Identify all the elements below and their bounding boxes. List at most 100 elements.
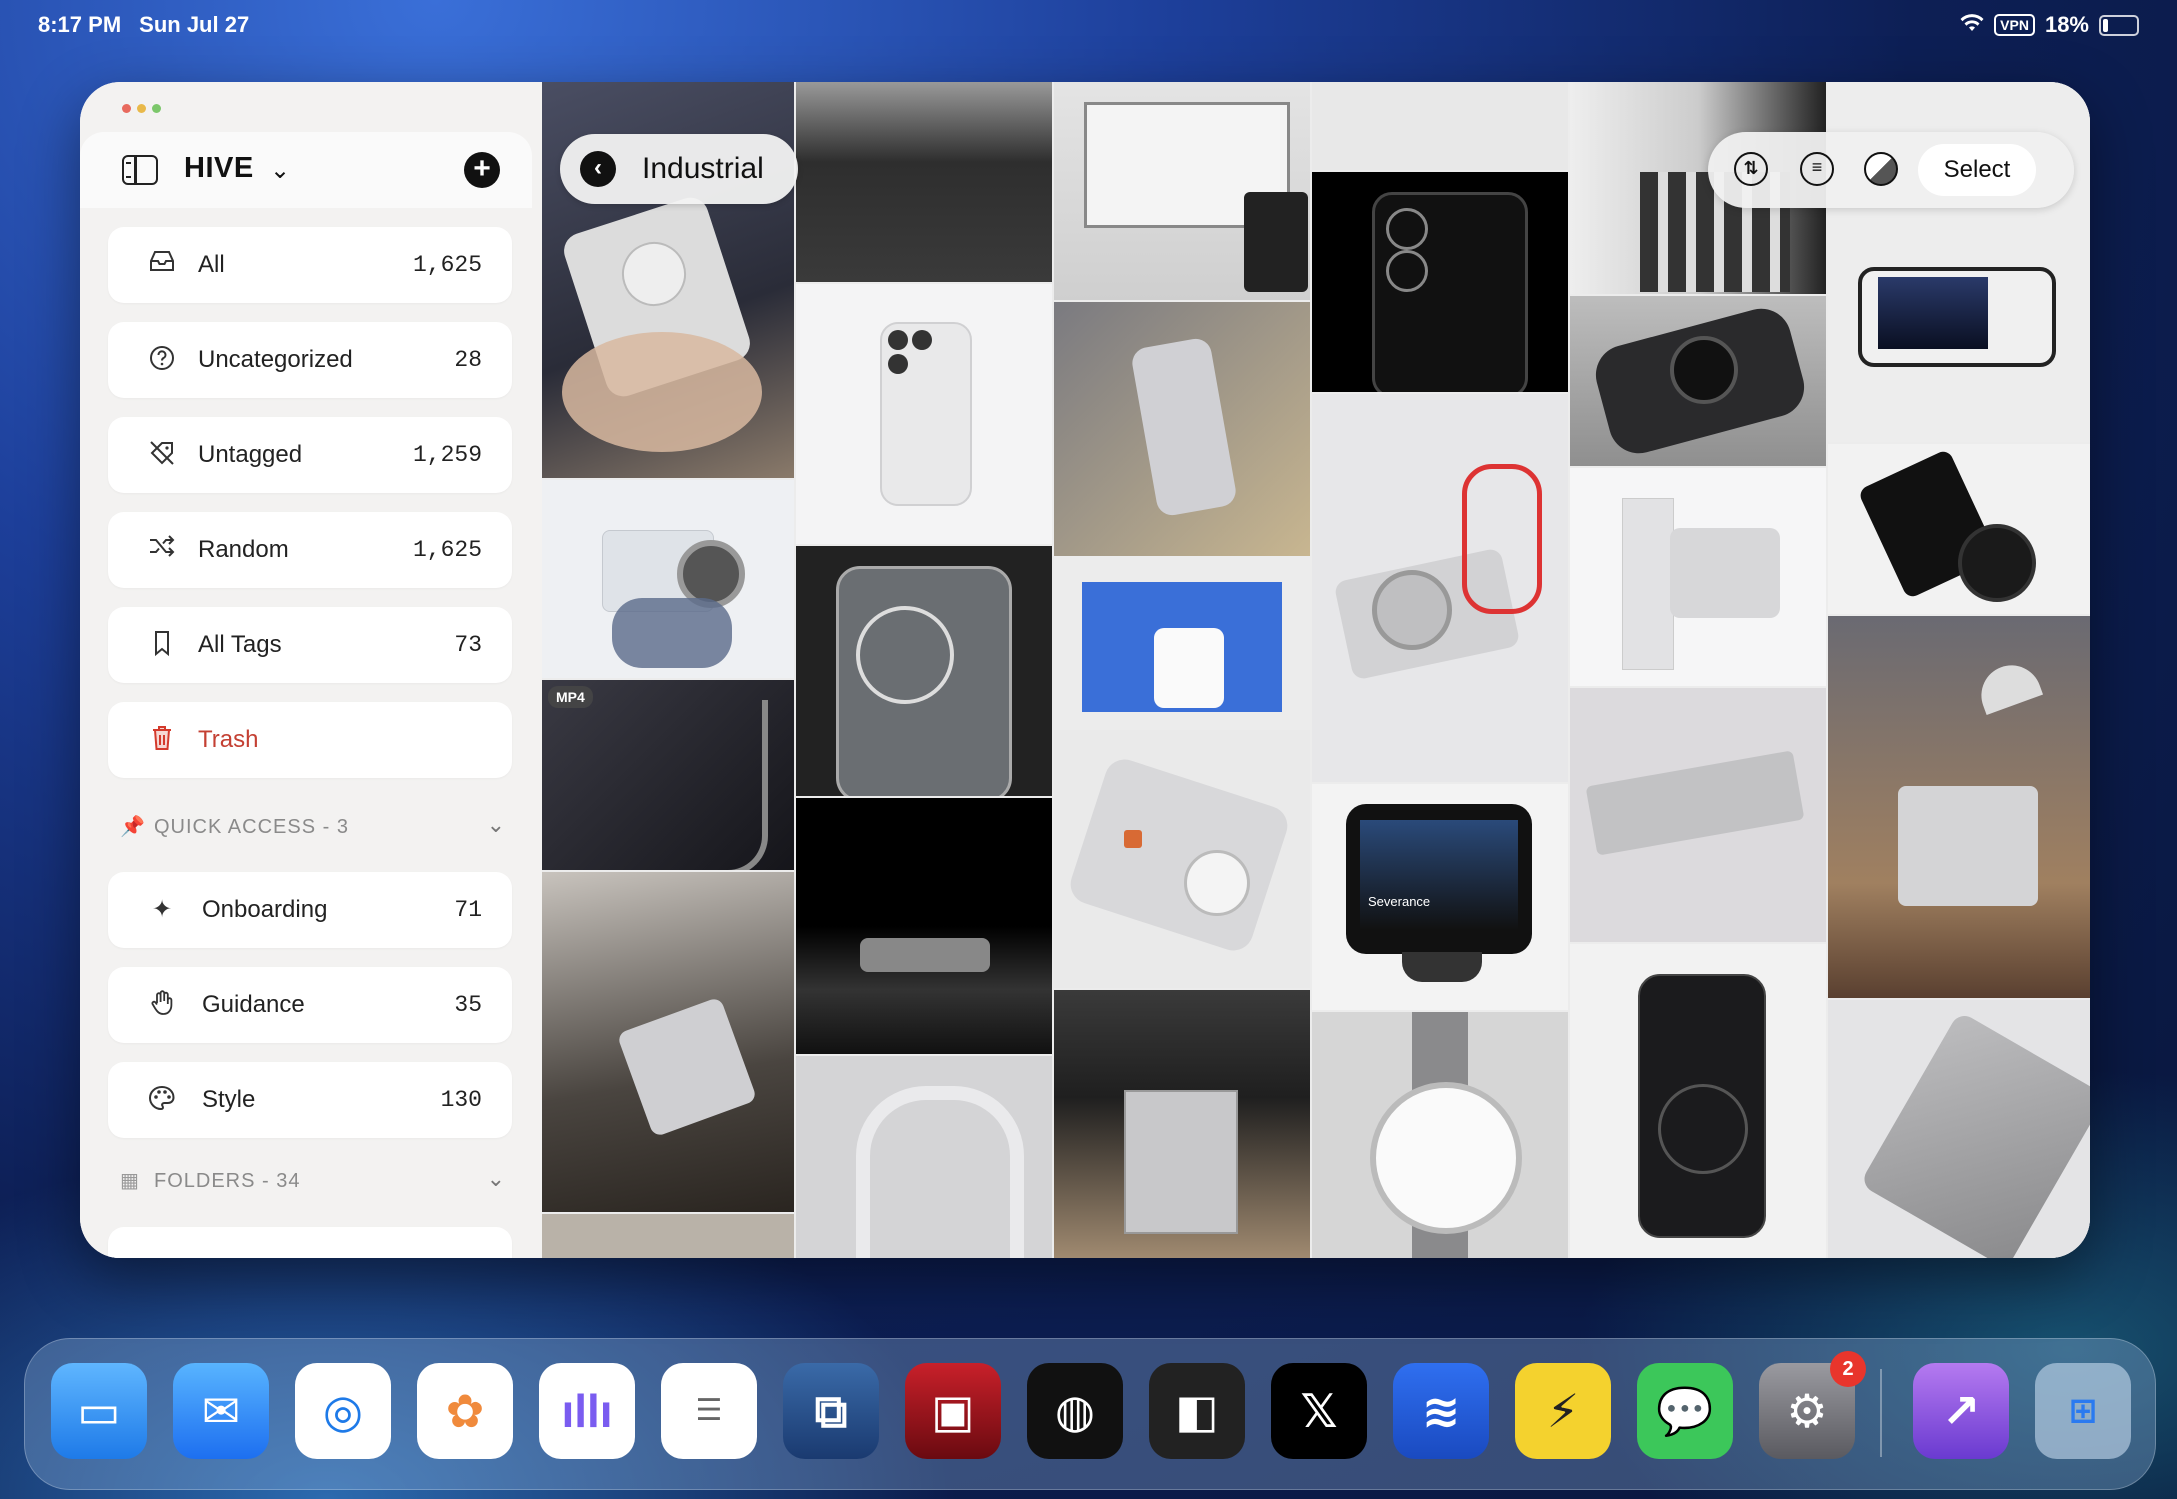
photos-app-icon[interactable]: ✿ [417,1363,513,1459]
gallery-image[interactable]: Severance [1312,784,1568,1010]
close-dot[interactable] [122,104,131,113]
folder-stack-icon: ▦ [120,1170,140,1192]
gallery-image[interactable] [1312,82,1568,170]
image-gallery: MP4 Severance [542,82,2090,1258]
wechat-app-icon[interactable]: 💬 [1637,1363,1733,1459]
gallery-image[interactable] [1570,688,1826,942]
gallery-image[interactable] [542,480,794,678]
gallery-image[interactable] [1570,296,1826,466]
files-app-icon[interactable]: ▭ [51,1363,147,1459]
sidebar-item-count: 35 [454,992,482,1018]
gallery-image[interactable] [1054,82,1310,300]
gallery-image[interactable] [796,1056,1052,1258]
sidebar-item-all[interactable]: All 1,625 [108,227,512,303]
sidebar-item-onboarding[interactable]: ✦ Onboarding 71 [108,872,512,948]
gallery-image[interactable] [1312,1012,1568,1258]
sidebar-item-count: 1,625 [412,537,482,563]
sidebar-item-count: 1,625 [412,252,482,278]
gallery-image[interactable] [1828,616,2090,998]
folder-item[interactable] [108,1227,512,1258]
sidebar-item-uncategorized[interactable]: Uncategorized 28 [108,322,512,398]
sidebar-item-label: Untagged [198,441,303,468]
display-mode-icon[interactable] [1864,152,1898,186]
sidebar-item-style[interactable]: Style 130 [108,1062,512,1138]
screens-app-icon[interactable]: ▣ [905,1363,1001,1459]
gallery-image[interactable] [796,798,1052,1054]
chevron-down-icon[interactable]: ⌄ [487,1166,506,1192]
gallery-image[interactable] [1570,944,1826,1258]
zoom-dot[interactable] [152,104,161,113]
x-app-icon[interactable]: 𝕏 [1271,1363,1367,1459]
sidebar-item-label: Style [202,1086,256,1113]
podcasts-app-icon[interactable]: ıllı [539,1363,635,1459]
gallery-image[interactable] [542,1214,794,1258]
gallery-image[interactable] [542,872,794,1212]
sidebar-header: HIVE ⌄ + [80,132,532,208]
status-time: 8:17 PM [38,12,122,37]
window-controls[interactable] [122,104,161,113]
sidebar-toggle-icon[interactable] [122,155,158,185]
sidebar-item-label: All Tags [198,631,282,658]
reminders-app-icon[interactable]: ☰ [661,1363,757,1459]
sidebar-item-label: Guidance [202,991,305,1018]
gallery-image[interactable] [1312,394,1568,782]
mail-app-icon[interactable]: ✉ [173,1363,269,1459]
add-button[interactable]: + [464,152,500,188]
folders-header[interactable]: ▦ FOLDERS - 34 ⌄ [120,1164,510,1198]
app-library-icon[interactable]: ⊞ [2035,1363,2131,1459]
quick-access-header[interactable]: 📌 QUICK ACCESS - 3 ⌄ [120,810,510,844]
gallery-image[interactable] [1312,172,1568,392]
gallery-image[interactable] [1570,468,1826,686]
chevron-down-icon[interactable]: ⌄ [270,156,290,185]
gallery-image[interactable] [796,546,1052,796]
sort-icon[interactable]: ⇅ [1734,152,1768,186]
gallery-image[interactable] [1054,558,1310,728]
sidebar-item-trash[interactable]: Trash [108,702,512,778]
section-label: QUICK ACCESS - 3 [154,816,349,838]
shortcuts-app-icon[interactable]: ⚡ [1515,1363,1611,1459]
gallery-image[interactable] [1054,730,1310,988]
select-button[interactable]: Select [1918,144,2036,196]
dock: ▭ ✉ ◎ ✿ ıllı ☰ ⧉ ▣ ◍ ◧ 𝕏 ≋ ⚡ 💬 ⚙ 2 ↗ ⊞ [24,1338,2156,1490]
minimize-dot[interactable] [137,104,146,113]
screen-caption: Severance [1368,894,1431,909]
lines-app-icon[interactable]: ◍ [1027,1363,1123,1459]
gallery-image[interactable] [796,82,1052,282]
filter-icon[interactable]: ≡ [1800,152,1834,186]
battery-percent: 18% [2044,12,2089,37]
sidebar-item-label: Onboarding [202,896,328,923]
gallery-image[interactable] [1054,990,1310,1258]
collection-title: Industrial [642,152,764,185]
wave-app-icon[interactable]: ≋ [1393,1363,1489,1459]
sidebar-item-random[interactable]: Random 1,625 [108,512,512,588]
sidebar-item-guidance[interactable]: Guidance 35 [108,967,512,1043]
gallery-image[interactable] [1828,444,2090,614]
app-window: HIVE ⌄ + All 1,625 Uncategorized 28 Unta… [80,82,2090,1258]
frame-app-icon[interactable]: ⧉ [783,1363,879,1459]
status-bar: 8:17 PM Sun Jul 27 VPN 18% [0,0,2177,50]
sidebar-item-all-tags[interactable]: All Tags 73 [108,607,512,683]
swifter-app-icon[interactable]: ↗ [1913,1363,2009,1459]
gallery-image[interactable] [1828,1000,2090,1258]
gallery-image[interactable]: MP4 [542,680,794,870]
gallery-image[interactable] [796,284,1052,544]
bookmark-icon [146,629,178,661]
sidebar-item-count: 1,259 [412,442,482,468]
sidebar-item-count: 130 [440,1087,482,1113]
overlap-app-icon[interactable]: ◧ [1149,1363,1245,1459]
sidebar-item-label: Trash [198,726,259,753]
inbox-tray-icon [146,249,178,281]
sidebar-item-untagged[interactable]: Untagged 1,259 [108,417,512,493]
status-date: Sun Jul 27 [139,12,250,37]
collection-back-button[interactable]: ‹ Industrial [560,134,798,204]
section-label: FOLDERS - 34 [154,1170,301,1192]
question-circle-icon [146,344,178,376]
library-title[interactable]: HIVE [184,152,254,185]
vpn-badge: VPN [1994,14,2035,36]
hand-icon [146,989,178,1021]
safari-app-icon[interactable]: ◎ [295,1363,391,1459]
sidebar-item-label: Random [198,536,289,563]
chevron-down-icon[interactable]: ⌄ [487,812,506,838]
sidebar-item-count: 71 [454,897,482,923]
gallery-image[interactable] [1054,302,1310,556]
